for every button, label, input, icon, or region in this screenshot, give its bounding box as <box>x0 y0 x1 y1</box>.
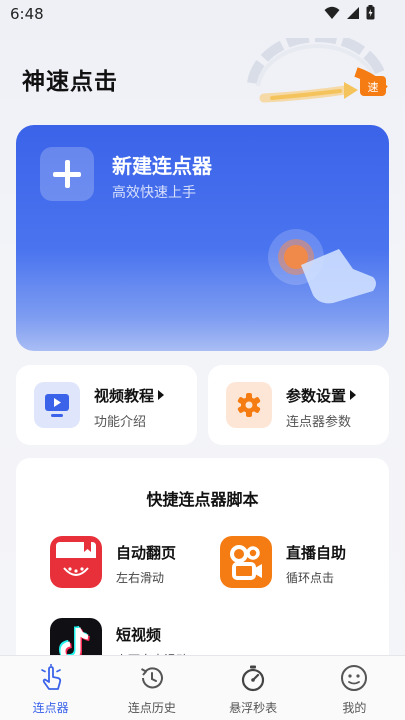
speed-badge: 速 <box>368 81 379 94</box>
speedometer-illustration: 速 <box>247 38 388 103</box>
bottom-nav: 连点器 连点历史 悬浮秒表 我的 <box>0 655 405 720</box>
plus-icon <box>40 147 94 201</box>
status-time: 6:48 <box>10 5 44 23</box>
script-live-assist-subtitle: 循环点击 <box>286 571 335 585</box>
nav-clicker[interactable]: 连点器 <box>1 656 101 720</box>
caret-right-icon <box>350 390 357 400</box>
kuaishou-icon <box>220 536 272 588</box>
script-live-assist[interactable]: 直播自助 循环点击 <box>220 536 380 596</box>
script-live-assist-title: 直播自助 <box>286 544 347 562</box>
settings-card[interactable]: 参数设置 连点器参数 <box>208 365 389 445</box>
nav-clicker-label: 连点器 <box>32 701 69 715</box>
script-auto-page-turn-title: 自动翻页 <box>116 544 177 562</box>
nav-history[interactable]: 连点历史 <box>102 656 202 720</box>
video-tutorial-card[interactable]: 视频教程 功能介绍 <box>16 365 197 445</box>
history-icon <box>140 667 163 689</box>
signal-icon <box>347 6 359 19</box>
settings-icon <box>226 382 272 428</box>
script-auto-page-turn-subtitle: 左右滑动 <box>116 571 165 585</box>
status-bar: 6:48 <box>0 0 405 28</box>
nav-floating-stopwatch[interactable]: 悬浮秒表 <box>203 656 303 720</box>
app-title: 神速点击 <box>22 69 118 95</box>
video-tutorial-icon <box>34 382 80 428</box>
new-clicker-card[interactable]: 新建连点器 高效快速上手 <box>16 125 389 351</box>
book-icon <box>50 536 102 588</box>
settings-subtitle: 连点器参数 <box>286 415 352 430</box>
wifi-icon <box>324 6 340 19</box>
tap-hand-icon <box>40 664 61 690</box>
stopwatch-icon <box>242 665 265 692</box>
profile-face-icon <box>341 665 368 691</box>
new-clicker-title: 新建连点器 <box>112 154 212 178</box>
script-short-video-title: 短视频 <box>116 626 162 644</box>
battery-icon <box>366 5 375 20</box>
video-tutorial-subtitle: 功能介绍 <box>94 415 147 430</box>
status-icons <box>324 5 375 20</box>
settings-title: 参数设置 <box>286 385 357 406</box>
video-tutorial-title: 视频教程 <box>94 385 165 406</box>
nav-profile[interactable]: 我的 <box>304 656 404 720</box>
caret-right-icon <box>158 390 165 400</box>
nav-profile-label: 我的 <box>342 701 367 715</box>
nav-floating-stopwatch-label: 悬浮秒表 <box>229 701 278 715</box>
quick-scripts-title: 快捷连点器脚本 <box>146 490 259 509</box>
script-auto-page-turn[interactable]: 自动翻页 左右滑动 <box>50 536 210 596</box>
nav-history-label: 连点历史 <box>127 701 176 715</box>
tap-hand-illustration <box>268 229 376 304</box>
new-clicker-subtitle: 高效快速上手 <box>112 185 196 201</box>
